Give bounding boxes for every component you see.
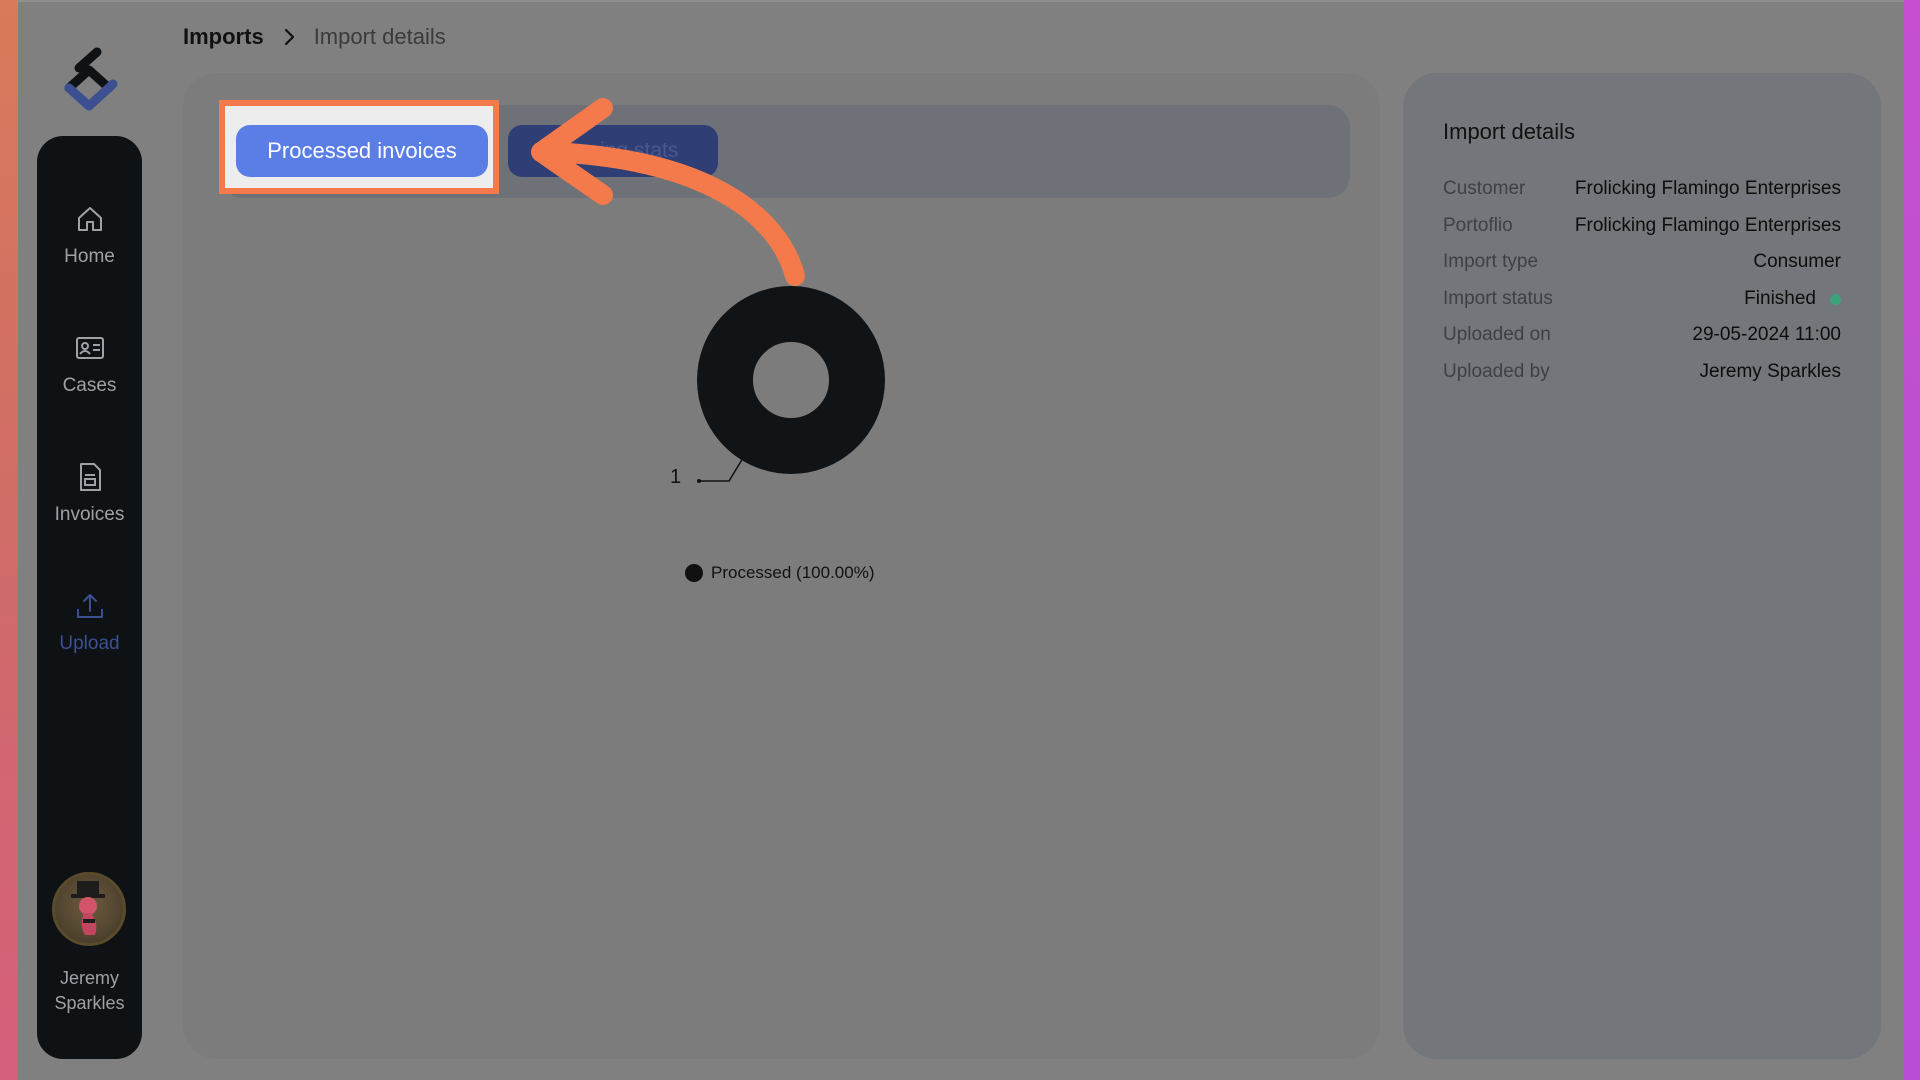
breadcrumb: Imports Import details: [183, 24, 446, 50]
upload-icon: [76, 594, 103, 618]
detail-row-portfolio: Portoflio Frolicking Flamingo Enterprise…: [1443, 208, 1841, 244]
detail-value: Jeremy Sparkles: [1699, 361, 1842, 382]
document-icon: [79, 463, 101, 491]
user-first-name: Jeremy: [59, 968, 119, 988]
slice-leader-line: [697, 452, 747, 483]
tab-processed-invoices[interactable]: Processed invoices: [236, 125, 488, 177]
detail-row-import-status: Import status Finished: [1443, 281, 1841, 317]
slice-value-label: 1: [670, 466, 682, 488]
breadcrumb-current: Import details: [313, 24, 446, 49]
user-last-name: Sparkles: [54, 993, 125, 1013]
detail-value-status: Finished: [1744, 288, 1841, 310]
breadcrumb-imports-link[interactable]: Imports: [183, 24, 264, 50]
sidebar-item-label: Invoices: [54, 504, 125, 525]
tab-mapping-stats[interactable]: Mapping stats: [508, 125, 718, 177]
detail-value: Consumer: [1753, 251, 1841, 272]
sidebar-item-label: Upload: [59, 633, 120, 654]
detail-value: Frolicking Flamingo Enterprises: [1574, 178, 1841, 199]
detail-row-import-type: Import type Consumer: [1443, 244, 1841, 280]
detail-key: Portoflio: [1443, 215, 1513, 236]
sidebar: Home Cases Invoices Upload Jeremy Sparkl…: [37, 136, 142, 1059]
legend-label: Processed (100.00%): [711, 563, 875, 582]
detail-row-uploaded-by: Uploaded by Jeremy Sparkles: [1443, 354, 1841, 390]
sidebar-item-home[interactable]: Home: [37, 204, 142, 268]
home-icon: [77, 207, 102, 231]
window-top-edge: [0, 0, 1920, 2]
detail-key: Uploaded by: [1443, 361, 1550, 382]
detail-row-uploaded-on: Uploaded on 29-05-2024 11:00: [1443, 317, 1841, 353]
user-name: Jeremy Sparkles: [37, 966, 142, 1016]
chart-legend[interactable]: Processed (100.00%): [685, 563, 874, 583]
donut-chart: [697, 286, 885, 474]
user-avatar-image: [71, 881, 105, 935]
contact-card-icon: [75, 337, 104, 359]
sidebar-item-label: Home: [64, 246, 115, 267]
detail-value: Frolicking Flamingo Enterprises: [1574, 215, 1841, 236]
sidebar-item-upload[interactable]: Upload: [37, 591, 142, 655]
detail-row-customer: Customer Frolicking Flamingo Enterprises: [1443, 171, 1841, 207]
import-details-card: Import details Customer Frolicking Flami…: [1403, 73, 1881, 1059]
detail-key: Import status: [1443, 288, 1553, 309]
legend-swatch: [685, 564, 703, 582]
main-card: Mapping stats Processed invoices 1 Proce…: [183, 73, 1380, 1059]
sidebar-item-invoices[interactable]: Invoices: [37, 462, 142, 526]
background-right-edge: [1904, 0, 1920, 1080]
sidebar-item-label: Cases: [62, 375, 117, 396]
chevron-right-icon: [284, 28, 294, 46]
detail-key: Uploaded on: [1443, 324, 1551, 345]
status-text: Finished: [1744, 288, 1816, 309]
sidebar-item-cases[interactable]: Cases: [37, 333, 142, 397]
detail-key: Customer: [1443, 178, 1526, 199]
donut-slice-processed: [697, 286, 885, 474]
details-title: Import details: [1443, 119, 1576, 144]
background-left-edge: [0, 0, 18, 1080]
app-logo-icon[interactable]: [49, 44, 129, 114]
detail-key: Import type: [1443, 251, 1539, 272]
status-badge: [1830, 293, 1841, 305]
avatar[interactable]: [52, 872, 126, 946]
detail-value: 29-05-2024 11:00: [1692, 324, 1841, 345]
